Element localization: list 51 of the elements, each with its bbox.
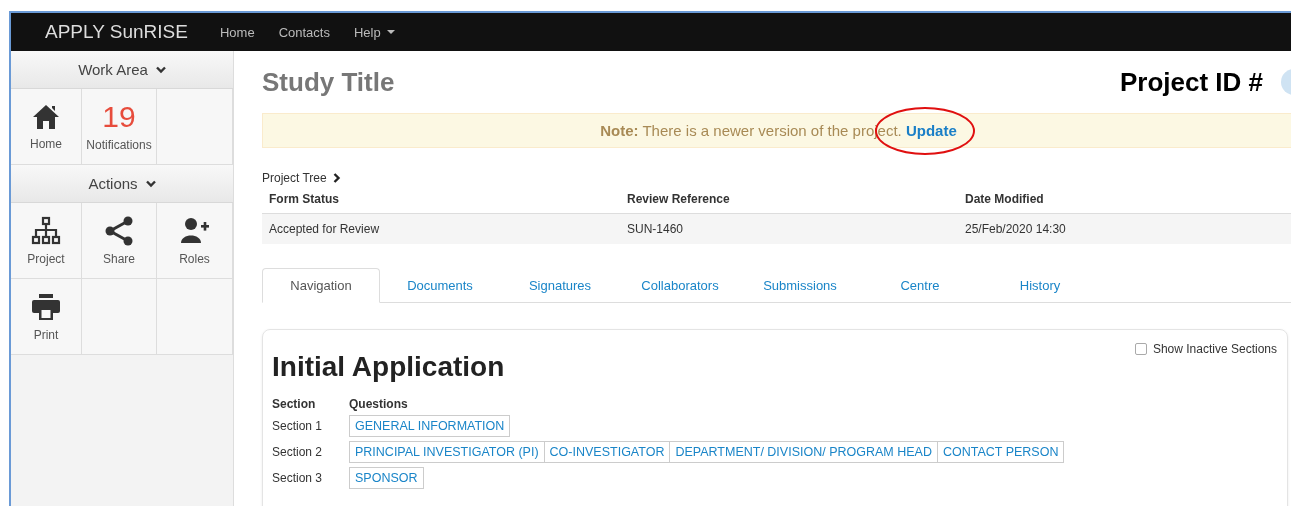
printer-icon (31, 291, 61, 322)
table-cell: 25/Feb/2020 14:30 (958, 213, 1291, 244)
update-link[interactable]: Update (905, 122, 957, 139)
caret-icon (386, 30, 395, 34)
page-title: Study Title (262, 66, 395, 98)
action-tile[interactable]: Roles (157, 203, 233, 279)
tab[interactable]: History (980, 268, 1100, 303)
panel-title: Initial Application (272, 351, 505, 383)
question-link[interactable]: CO-INVESTIGATOR (543, 441, 671, 463)
section-header[interactable]: Actions (11, 165, 233, 203)
column-header: Questions (349, 397, 409, 411)
action-tile[interactable]: Print (11, 279, 82, 355)
home-icon (32, 102, 60, 131)
action-tile[interactable]: Project (11, 203, 82, 279)
section-label: Section 2 (272, 445, 324, 459)
column-header: Form Status (262, 185, 620, 214)
sitemap-icon (31, 215, 61, 246)
chevron-down-icon (145, 179, 156, 188)
question-link[interactable]: GENERAL INFORMATION (349, 415, 511, 437)
tab[interactable]: Documents (380, 268, 500, 303)
tab[interactable]: Submissions (740, 268, 860, 303)
column-header: Review Reference (620, 185, 958, 214)
column-header: Section (272, 397, 317, 411)
table-cell: SUN-1460 (620, 213, 958, 244)
checkbox-box[interactable] (1134, 343, 1147, 355)
share-icon (104, 215, 134, 246)
action-tile[interactable]: Share (82, 203, 157, 279)
app-brand[interactable]: APPLY SunRISE (45, 21, 188, 43)
question-link[interactable]: CONTACT PERSON (936, 441, 1065, 463)
section-label: Section 1 (272, 419, 324, 433)
chevron-right-icon (332, 173, 341, 183)
question-link[interactable]: DEPARTMENT/ DIVISION/ PROGRAM HEAD (669, 441, 938, 463)
nav-link[interactable]: Home (219, 24, 255, 40)
notifications-tile[interactable]: 19 Notifications (82, 89, 157, 165)
tab[interactable]: Centre (860, 268, 980, 303)
tab[interactable]: Collaborators (620, 268, 740, 303)
section-label: Section 3 (272, 471, 324, 485)
question-link[interactable]: PRINCIPAL INVESTIGATOR (PI) (349, 441, 545, 463)
action-tile[interactable]: Home (11, 89, 82, 165)
tab[interactable]: Navigation (262, 268, 380, 303)
nav-link[interactable]: Contacts (278, 24, 330, 40)
chevron-down-icon (155, 65, 166, 74)
section-header[interactable]: Work Area (11, 51, 233, 89)
tab[interactable]: Signatures (500, 268, 620, 303)
project-id-heading: Project ID # (1119, 66, 1263, 98)
table-cell: Accepted for Review (262, 213, 620, 244)
column-header: Date Modified (958, 185, 1291, 214)
question-link[interactable]: SPONSOR (349, 467, 424, 489)
user-plus-icon (179, 215, 210, 246)
breadcrumb-link[interactable]: Project Tree (262, 171, 327, 185)
nav-dropdown[interactable]: Help (353, 24, 395, 40)
